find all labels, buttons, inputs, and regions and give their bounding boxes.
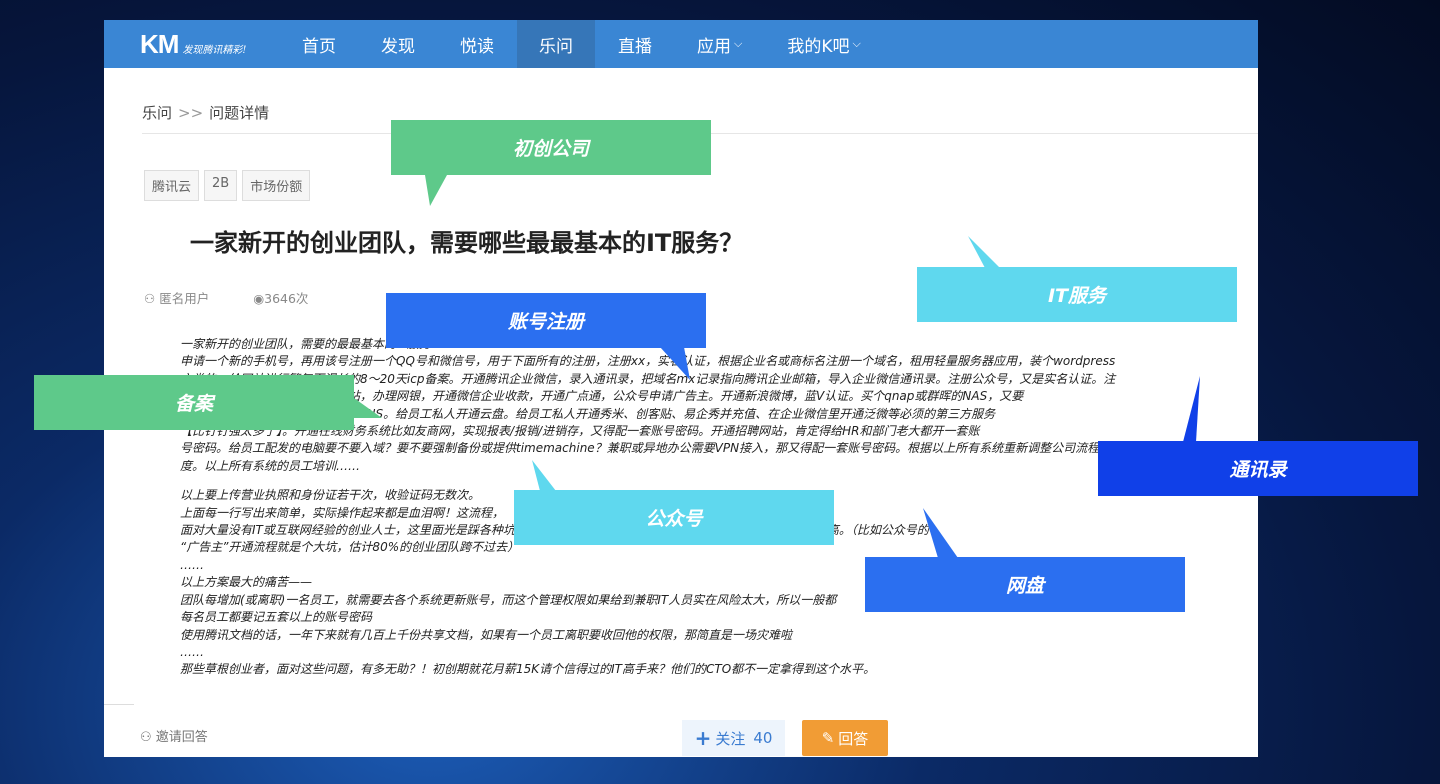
body-line: 度。以上所有系统的员工培训…… — [180, 458, 361, 473]
body-line: …… — [180, 644, 204, 659]
body-line: 号密码。给员工配发的电脑要不要入域？要不要强制备份或提供timemachine？… — [180, 441, 1124, 456]
divider — [104, 704, 134, 705]
plus-icon: + — [694, 726, 712, 750]
breadcrumb: 乐问 >> 问题详情 — [142, 104, 270, 122]
callout-netdisk: 网盘 — [865, 557, 1185, 612]
eye-icon: ◉ — [253, 291, 265, 306]
body-line: 申请一个新的手机号，再用该号注册一个QQ号和微信号，用于下面所有的注册，注册xx… — [180, 354, 1116, 369]
callout-contacts: 通讯录 — [1098, 441, 1418, 496]
nav-lewen[interactable]: 乐问 — [517, 20, 595, 68]
callout-account: 账号注册 — [386, 293, 706, 348]
body-line: 使用腾讯文档的话，一年下来就有几百上千份共享文档，如果有一个员工离职要收回他的权… — [180, 627, 793, 642]
callout-it-service: IT服务 — [917, 267, 1237, 322]
author: 匿名用户 — [159, 291, 210, 306]
chevron-down-icon: ⌵ — [734, 37, 743, 50]
tag[interactable]: 腾讯云 — [144, 170, 200, 201]
question-meta: ⚇ 匿名用户 ◉3646次 — [144, 288, 308, 307]
body-line: 那些草根创业者，面对这些问题，有多无助？！初创期就花月薪15K请个信得过的IT高… — [180, 662, 876, 677]
nav-my-kbar[interactable]: 我的K吧 ⌵ — [765, 20, 883, 68]
user-icon: ⚇ — [144, 291, 160, 306]
tag[interactable]: 2B — [204, 170, 238, 201]
nav-read[interactable]: 悦读 — [438, 20, 516, 68]
answer-button[interactable]: ✎ 回答 — [802, 720, 888, 756]
user-add-icon: ⚇ — [140, 730, 156, 745]
nav-live[interactable]: 直播 — [596, 20, 674, 68]
breadcrumb-root[interactable]: 乐问 — [142, 104, 172, 122]
nav-apps[interactable]: 应用 ⌵ — [675, 20, 764, 68]
chevron-down-icon: ⌵ — [852, 37, 861, 50]
callout-icp: 备案 — [34, 375, 354, 430]
invite-answer-button[interactable]: ⚇ 邀请回答 — [140, 726, 208, 745]
question-title: 一家新开的创业团队，需要哪些最最基本的IT服务？ — [190, 229, 744, 257]
callout-startup: 初创公司 — [391, 120, 711, 175]
tag-list: 腾讯云 2B 市场份额 — [144, 170, 311, 201]
pencil-icon: ✎ — [821, 729, 835, 747]
km-logo[interactable]: KM 发现腾讯精彩! — [104, 29, 280, 60]
callout-official: 公众号 — [514, 490, 834, 545]
nav-discover[interactable]: 发现 — [359, 20, 437, 68]
follow-button[interactable]: + 关注 40 — [682, 720, 785, 756]
top-nav: KM 发现腾讯精彩! 首页 发现 悦读 乐问 直播 应用 ⌵ 我的K吧 ⌵ — [104, 20, 1258, 68]
view-count: 3646次 — [264, 291, 309, 306]
nav-home[interactable]: 首页 — [280, 20, 358, 68]
tag[interactable]: 市场份额 — [242, 170, 311, 201]
